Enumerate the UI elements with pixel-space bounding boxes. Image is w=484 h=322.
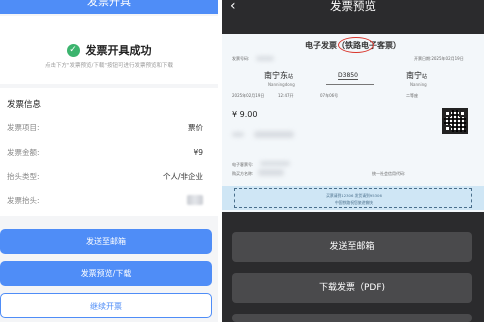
- from-station-name: 南宁东: [264, 71, 288, 80]
- redacted-ticket-number: [260, 161, 290, 166]
- invoice-result-panel: 发票开具 ✓ 发票开具成功 点击下方"发票预览/下载"按钮可进行发票预览和下载 …: [0, 0, 218, 322]
- invoice-info-card: 发票信息 发票项目: 票价 发票金额: ¥9 抬头类型: 个人/非企业 发票抬头…: [0, 88, 218, 216]
- notice-line-1: 买票请到12306 发货请到95306: [326, 193, 382, 198]
- left-header-title: 发票开具: [87, 0, 131, 8]
- info-key: 发票金额:: [7, 147, 40, 157]
- success-subtitle: 点击下方"发票预览/下载"按钮可进行发票预览和下载: [45, 63, 173, 69]
- to-station-pinyin: Nanning: [410, 82, 427, 87]
- info-key: 发票抬头:: [7, 195, 40, 205]
- route-arrow-line: [326, 84, 374, 85]
- success-title: 发票开具成功: [85, 44, 152, 57]
- preview-title: 发票预览: [330, 0, 376, 13]
- to-station-name: 南宁: [406, 71, 422, 80]
- notice-box: 买票请到12306 发货请到95306 中国铁路祝您旅途愉快: [234, 188, 472, 208]
- info-section-title: 发票信息: [7, 100, 42, 110]
- from-station-pinyin: Nanningdong: [268, 82, 295, 87]
- redacted-buyer-name: [258, 169, 284, 176]
- issue-date: 开票日期:2025年02月19日: [414, 56, 464, 61]
- seat-class: 二等座: [406, 93, 418, 98]
- send-email-button[interactable]: 发送至邮箱: [0, 229, 212, 254]
- ticket-price: ¥ 9.00: [232, 110, 258, 119]
- info-row-amount: 发票金额: ¥9: [7, 146, 203, 158]
- notice-line-2: 中国铁路祝您旅途愉快: [335, 200, 373, 205]
- invoice-number-label: 发票号码:: [232, 56, 250, 61]
- screenshot-canvas: 发票开具 ✓ 发票开具成功 点击下方"发票预览/下载"按钮可进行发票预览和下载 …: [0, 0, 484, 322]
- depart-date: 2025年02月19日: [232, 93, 265, 98]
- download-pdf-button[interactable]: 下载发票（PDF): [232, 273, 472, 303]
- info-value: 票价: [188, 122, 203, 132]
- buyer-name-label: 购买方名称:: [232, 171, 254, 176]
- success-card: ✓ 发票开具成功 点击下方"发票预览/下载"按钮可进行发票预览和下载: [0, 16, 218, 84]
- seat-number: 07车06号: [320, 93, 339, 98]
- from-station: 南宁东站: [264, 70, 293, 81]
- info-key: 发票项目:: [7, 122, 40, 132]
- invoice-document: 电子发票（铁路电子客票） 发票号码: 开票日期:2025年02月19日 南宁东站…: [222, 34, 484, 212]
- credit-code-label: 统一社会信用代码:: [372, 171, 406, 176]
- info-value: ¥9: [193, 147, 203, 157]
- redacted-passenger-name: [254, 131, 294, 138]
- left-header-bar: 发票开具: [0, 0, 218, 14]
- continue-invoice-button[interactable]: 继续开票: [0, 293, 212, 318]
- redacted-value: [187, 195, 203, 205]
- from-station-suffix: 站: [288, 74, 294, 80]
- redacted-invoice-number: [256, 56, 274, 61]
- invoice-preview-panel: ‹ 发票预览 电子发票（铁路电子客票） 发票号码: 开票日期:2025年02月1…: [222, 0, 484, 322]
- redacted-passenger-id: [232, 132, 244, 137]
- preview-download-button[interactable]: 发票预览/下载: [0, 261, 212, 286]
- info-key: 抬头类型:: [7, 171, 40, 181]
- check-icon: ✓: [66, 43, 80, 57]
- depart-time: 12:47开: [278, 93, 294, 98]
- qr-corner-marker: [444, 110, 451, 117]
- send-email-button[interactable]: 发送至邮箱: [232, 232, 472, 262]
- red-highlight-circle: [338, 37, 374, 53]
- info-value: 个人/非企业: [162, 171, 203, 181]
- info-row-title-name: 发票抬头:: [7, 194, 203, 206]
- to-station: 南宁站: [406, 70, 427, 81]
- qr-corner-marker: [459, 110, 466, 117]
- train-number: D3850: [338, 72, 358, 80]
- preview-top-bar: ‹ 发票预览: [222, 0, 484, 20]
- partial-button[interactable]: [232, 314, 472, 322]
- success-heading: ✓ 发票开具成功: [0, 42, 218, 58]
- info-row-item: 发票项目: 票价: [7, 121, 203, 133]
- qr-corner-marker: [444, 125, 451, 132]
- ticket-number-label: 电子客票号:: [232, 162, 254, 167]
- info-row-title-type: 抬头类型: 个人/非企业: [7, 170, 203, 182]
- to-station-suffix: 站: [422, 74, 428, 80]
